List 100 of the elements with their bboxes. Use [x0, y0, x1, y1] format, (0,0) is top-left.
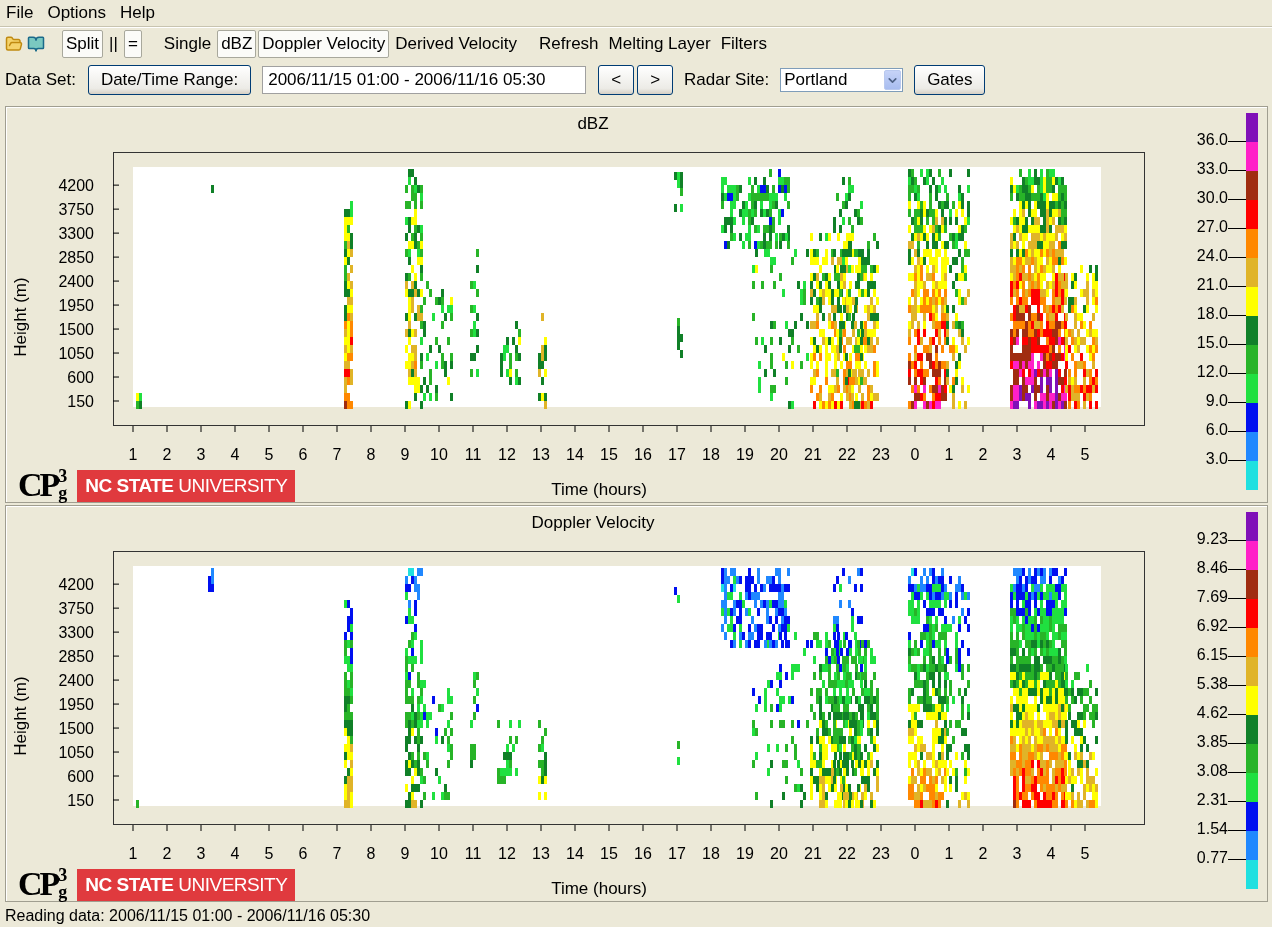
axis-tick-label: 10	[430, 445, 448, 463]
axis-tick-label: 12	[498, 844, 516, 862]
product-toggle[interactable]: Single	[159, 29, 216, 58]
chart-title: Doppler Velocity	[531, 513, 655, 534]
axis-tick-label: 2400	[58, 671, 94, 689]
axis-tick-label: 21	[804, 844, 822, 862]
toolbar-button[interactable]: Melting Layer	[604, 29, 715, 58]
axis-tick-label: 7	[332, 844, 342, 862]
toolbar-button[interactable]: Filters	[716, 29, 771, 58]
colorbar-label: 21.0	[1196, 276, 1228, 293]
colorbar-label: 27.0	[1196, 218, 1228, 235]
previous-button[interactable]: <	[598, 65, 635, 96]
axis-tick-label: 21	[804, 445, 822, 463]
colorbar-label: 3.85	[1196, 733, 1228, 750]
product-toggle[interactable]: Doppler Velocity	[258, 29, 390, 58]
axis-tick-label: 11	[464, 844, 482, 862]
axis-tick-label: 2850	[58, 248, 94, 266]
chevron-down-icon[interactable]	[884, 70, 902, 91]
field-label: Radar Site:	[684, 70, 770, 91]
axis-tick-label: 14	[566, 844, 584, 862]
chart-title: dBZ	[577, 114, 609, 135]
axis-tick-label: 1500	[58, 719, 94, 737]
radar-site-select[interactable]: Portland	[780, 68, 904, 93]
axis-tick-label: 3	[196, 445, 206, 463]
colorbar-label: 15.0	[1196, 334, 1228, 351]
axis-tick-label: 22	[838, 844, 856, 862]
axis-title: Time (hours)	[551, 878, 647, 900]
colorbar-label: 24.0	[1196, 247, 1228, 264]
axis-tick-label: 3300	[58, 224, 94, 242]
axis-tick-label: 4	[230, 445, 240, 463]
colorbar-label: 5.38	[1196, 675, 1228, 692]
axis-tick-label: 6	[298, 844, 308, 862]
axis-tick-label: 2850	[58, 647, 94, 665]
axis-tick-label: 1	[128, 445, 138, 463]
colorbar-label: 6.92	[1196, 617, 1228, 634]
colorbar-label: 4.62	[1196, 704, 1228, 721]
date-range-button[interactable]: Date/Time Range:	[87, 65, 252, 96]
axis-tick-label: 150	[67, 392, 94, 410]
colorbar-label: 8.46	[1196, 559, 1228, 576]
axis-tick-label: 18	[702, 844, 720, 862]
axis-tick-label: 10	[430, 844, 448, 862]
colorbar-label: 12.0	[1196, 363, 1228, 380]
axis-tick-label: 19	[736, 445, 754, 463]
axis-tick-label: 23	[872, 445, 890, 463]
colorbar-label: 18.0	[1196, 305, 1228, 322]
layout-toggle[interactable]: Split	[62, 29, 104, 58]
axis-tick-label: 0	[910, 844, 920, 862]
colorbar-label: 33.0	[1196, 160, 1228, 177]
menu-item[interactable]: File	[6, 3, 34, 24]
axis-tick-label: 5	[1080, 844, 1090, 862]
colorbar-label: 2.31	[1196, 791, 1228, 808]
field-label: Data Set:	[5, 70, 76, 91]
menu-item[interactable]: Help	[120, 3, 155, 24]
colorbar-label: 0.77	[1196, 849, 1228, 866]
date-range-field[interactable]: 2006/11/15 01:00 - 2006/11/16 05:30	[262, 66, 587, 95]
axis-tick-label: 20	[770, 844, 788, 862]
axis-tick-label: 4	[230, 844, 240, 862]
axis-tick-label: 3	[1012, 445, 1022, 463]
product-toggle[interactable]: Derived Velocity	[391, 29, 522, 58]
axis-tick-label: 3	[1012, 844, 1022, 862]
axis-tick-label: 2	[162, 445, 172, 463]
axis-tick-label: 18	[702, 445, 720, 463]
axis-tick-label: 8	[366, 445, 376, 463]
colorbar-label: 30.0	[1196, 189, 1228, 206]
layout-toggle[interactable]: =	[123, 29, 142, 58]
colorbar-label: 1.54	[1196, 820, 1228, 837]
axis-tick-label: 2	[978, 445, 988, 463]
menu-item[interactable]: Options	[47, 3, 106, 24]
axis-tick-label: 5	[264, 844, 274, 862]
axis-tick-label: 16	[634, 445, 652, 463]
axis-tick-label: 1500	[58, 320, 94, 338]
axis-title: Time (hours)	[551, 479, 647, 501]
axis-tick-label: 17	[668, 844, 686, 862]
colorbar-label: 7.69	[1196, 588, 1228, 605]
axis-tick-label: 15	[600, 445, 618, 463]
axis-tick-label: 13	[532, 844, 550, 862]
axis-tick-label: 1	[128, 844, 138, 862]
axis-tick-label: 2	[162, 844, 172, 862]
status-text: Reading data: 2006/11/15 01:00 - 2006/11/16 05:30	[4, 906, 372, 927]
axis-tick-label: 5	[1080, 445, 1090, 463]
axis-tick-label: 1950	[58, 695, 94, 713]
axis-tick-label: 8	[366, 844, 376, 862]
axis-tick-label: 7	[332, 445, 342, 463]
axis-tick-label: 600	[67, 368, 94, 386]
axis-tick-label: 1950	[58, 296, 94, 314]
gates-button[interactable]: Gates	[914, 65, 986, 96]
colorbar-label: 36.0	[1196, 131, 1228, 148]
axis-tick-label: 9	[400, 844, 410, 862]
axis-tick-label: 6	[298, 445, 308, 463]
axis-tick-label: 13	[532, 445, 550, 463]
next-button[interactable]: >	[637, 65, 674, 96]
axis-tick-label: 150	[67, 791, 94, 809]
axis-tick-label: 5	[264, 445, 274, 463]
axis-tick-label: 3	[196, 844, 206, 862]
layout-toggle[interactable]: ||	[105, 29, 122, 58]
colorbar-label: 3.0	[1205, 450, 1228, 467]
axis-tick-label: 9	[400, 445, 410, 463]
product-toggle[interactable]: dBZ	[217, 29, 257, 58]
toolbar-button[interactable]: Refresh	[535, 29, 603, 58]
axis-tick-label: 14	[566, 445, 584, 463]
